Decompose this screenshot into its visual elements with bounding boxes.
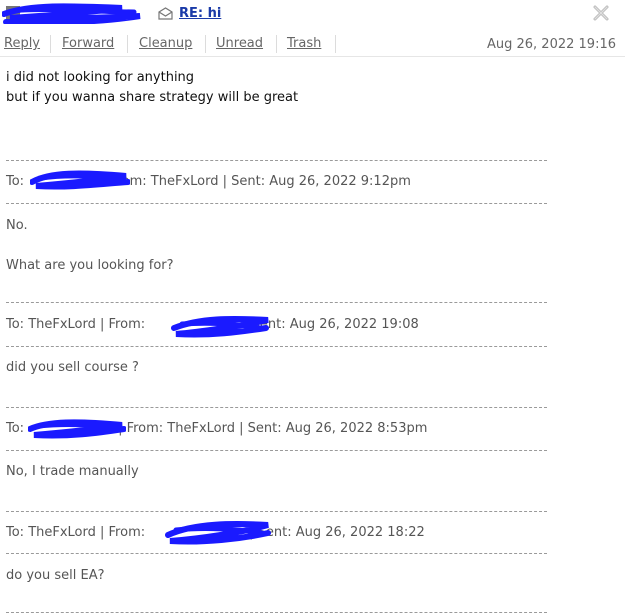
quote-divider [6,553,547,554]
toolbar-divider [276,35,277,53]
quote-header-rest: | From: TheFxLord | Sent: Aug 26, 2022 8… [118,421,428,436]
quote-header-to: To: TheFxLord | From: [6,525,146,540]
quote-header-to: To: [6,174,25,189]
quote-header-to: To: [6,421,25,436]
toolbar-divider [127,35,128,53]
unread-button[interactable]: Unread [216,36,263,51]
quote-line: did you sell course ? [6,360,139,375]
quote-line: What are you looking for? [6,258,174,273]
toolbar-divider [335,35,336,53]
quote-divider [6,160,547,161]
reply-line: but if you wanna share strategy will be … [6,90,299,105]
message-header: RE: hi [0,0,625,32]
toolbar-divider [205,35,206,53]
quote-divider [6,612,547,613]
quote-divider [6,450,547,451]
recipient-redaction [28,419,126,439]
quote-divider [6,511,547,512]
subject-link[interactable]: RE: hi [179,6,221,21]
close-icon[interactable] [592,4,610,22]
recipient-redaction [30,170,130,190]
forward-button[interactable]: Forward [62,36,114,51]
envelope-open-icon [158,7,173,20]
quote-header-to: To: TheFxLord | From: [6,317,146,332]
sender-redaction [2,3,141,24]
quote-line: No, I trade manually [6,464,139,479]
cleanup-button[interactable]: Cleanup [139,36,192,51]
quote-line: No. [6,218,28,233]
sender-redaction [165,521,271,545]
quote-divider [6,302,547,303]
quote-header-rest: | Sent: Aug 26, 2022 18:22 [249,525,425,540]
message-date: Aug 26, 2022 19:16 [486,37,616,52]
action-toolbar: Reply Forward Cleanup Unread Trash Aug 2… [0,32,625,57]
reply-line: i did not looking for anything [6,70,195,85]
subject[interactable]: RE: hi [158,6,221,21]
reply-button[interactable]: Reply [4,36,40,51]
quote-divider [6,346,547,347]
quote-divider [6,407,547,408]
quote-divider [6,203,547,204]
quote-line: do you sell EA? [6,568,105,583]
toolbar-divider [50,35,51,53]
sender-redaction [171,315,269,338]
trash-button[interactable]: Trash [287,36,321,51]
quote-header-rest: From: TheFxLord | Sent: Aug 26, 2022 9:1… [110,174,411,189]
